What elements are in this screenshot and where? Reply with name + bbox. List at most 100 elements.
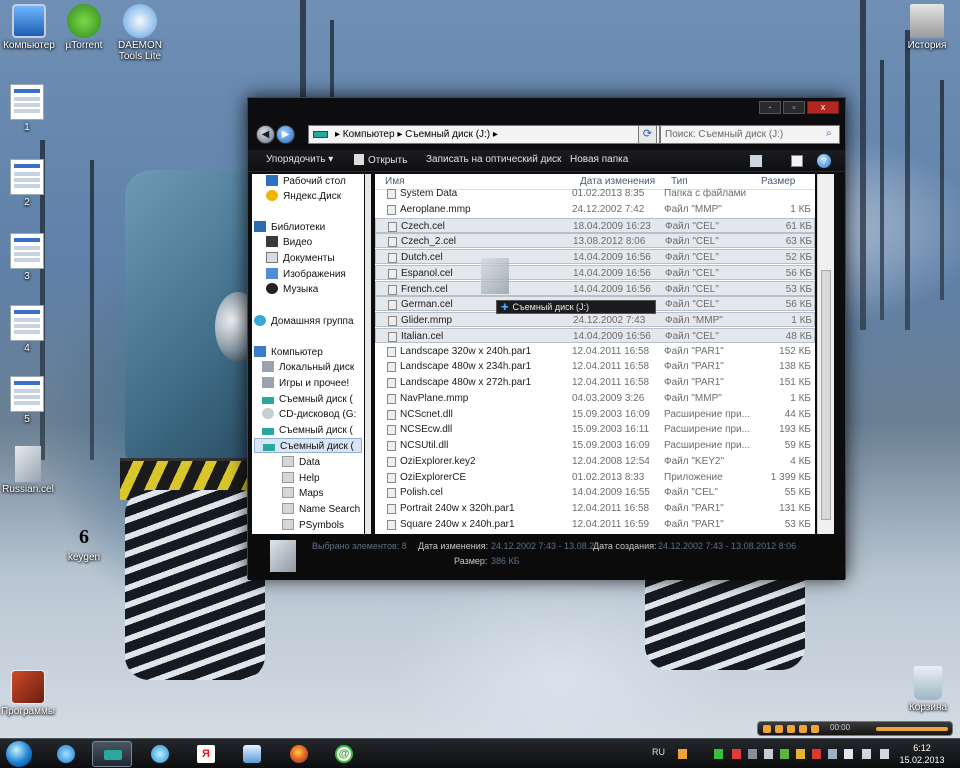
volume-slider[interactable] — [876, 727, 948, 731]
new-folder-button[interactable]: Новая папка — [570, 154, 628, 165]
taskbar-media-center[interactable] — [140, 741, 180, 767]
nav-item-folder-data[interactable]: Data — [282, 455, 320, 470]
file-row[interactable]: Italian.cel 14.04.2009 16:56 Файл "CEL" 48 … — [375, 327, 815, 343]
desktop-icon-window-3[interactable]: 3 — [0, 233, 58, 282]
file-row[interactable]: System Data 01.02.2013 8:35 Папка с файлам… — [375, 186, 815, 201]
search-input[interactable] — [660, 125, 840, 144]
nav-item-pictures[interactable]: Изображения — [266, 267, 346, 282]
nav-item-games-disk[interactable]: Игры и прочее! — [262, 376, 349, 391]
tray-alert-icon[interactable] — [812, 749, 821, 759]
tray-power-icon[interactable] — [828, 749, 837, 759]
file-row[interactable]: NavPlane.mmp 04.03.2009 3:26 Файл "MMP" 1 К… — [375, 391, 815, 406]
file-row[interactable]: French.cel 14.04.2009 16:56 Файл "CEL" 53 К… — [375, 280, 815, 296]
nav-item-local-disk[interactable]: Локальный диск — [262, 360, 354, 375]
nav-item-desktop[interactable]: Рабочий стол — [266, 174, 346, 189]
file-row[interactable]: Landscape 320w x 240h.par1 12.04.2011 16:… — [375, 344, 815, 359]
scrollbar-thumb[interactable] — [821, 270, 831, 520]
open-button[interactable]: Открыть — [354, 154, 407, 166]
file-list-scrollbar[interactable] — [817, 174, 834, 534]
taskbar-explorer[interactable] — [92, 741, 132, 767]
tray-monitor-icon[interactable] — [880, 749, 889, 759]
file-row[interactable]: Aeroplane.mmp 24.12.2002 7:42 Файл "MMP" 1 … — [375, 202, 815, 217]
file-row[interactable]: NCSUtil.dll 15.09.2003 16:09 Расширение пр… — [375, 438, 815, 453]
prev-button[interactable] — [799, 725, 807, 733]
minimize-button[interactable]: - — [759, 101, 781, 114]
file-row[interactable]: NCSEcw.dll 15.09.2003 16:11 Расширение при… — [375, 422, 815, 437]
file-row[interactable]: Czech_2.cel 13.08.2012 8:06 Файл "CEL" 63 К… — [375, 233, 815, 249]
help-icon[interactable]: ? — [817, 154, 831, 168]
desktop-icon-programs[interactable]: Программы — [0, 670, 59, 717]
burn-button[interactable]: Записать на оптический диск — [426, 154, 561, 165]
nav-item-video[interactable]: Видео — [266, 235, 312, 250]
next-button[interactable] — [811, 725, 819, 733]
desktop-icon-computer[interactable]: Компьютер — [0, 4, 60, 51]
nav-item-documents[interactable]: Документы — [266, 251, 335, 266]
refresh-button[interactable]: ⟳ — [638, 125, 657, 144]
taskbar-firefox[interactable] — [279, 741, 319, 767]
start-button[interactable] — [6, 741, 32, 767]
nav-item-removable-disk[interactable]: Съемный диск ( — [262, 423, 353, 438]
file-row[interactable]: Landscape 480w x 234h.par1 12.04.2011 16:… — [375, 359, 815, 374]
nav-item-computer[interactable]: Компьютер — [254, 345, 323, 360]
desktop-icon-keygen[interactable]: 6 keygen — [53, 522, 115, 563]
file-row[interactable]: Portrait 240w x 320h.par1 12.04.2011 16:5… — [375, 501, 815, 516]
taskbar-yandex[interactable]: Я — [186, 741, 226, 767]
organize-button[interactable]: Упорядочить ▾ — [266, 154, 333, 165]
file-row[interactable]: Square 240w x 240h.par1 12.04.2011 16:59 Ф… — [375, 517, 815, 532]
nav-item-removable-disk-j[interactable]: Съемный диск ( — [254, 438, 362, 453]
tray-arrows-icon[interactable] — [714, 749, 723, 759]
file-row[interactable]: Polish.cel 14.04.2009 16:55 Файл "CEL" 55 К… — [375, 485, 815, 500]
file-row[interactable]: Landscape 480w x 272h.par1 12.04.2011 16:… — [375, 375, 815, 390]
language-indicator[interactable]: RU — [652, 747, 665, 757]
media-player-bar[interactable]: 00:00 — [757, 721, 953, 736]
taskbar-clock[interactable]: 6:12 15.02.2013 — [896, 742, 948, 766]
view-options-icon[interactable] — [750, 155, 762, 167]
navigation-scrollbar[interactable] — [365, 174, 371, 534]
back-button[interactable]: ◀ — [256, 125, 275, 144]
tray-nvidia-icon[interactable] — [780, 749, 789, 759]
file-row[interactable]: OziExplorerCE 01.02.2013 8:33 Приложение 1 … — [375, 470, 815, 485]
stop-button[interactable] — [787, 725, 795, 733]
file-row[interactable]: NCScnet.dll 15.09.2003 16:09 Расширение пр… — [375, 407, 815, 422]
nav-item-yandex-disk[interactable]: Яндекс.Диск — [266, 189, 341, 204]
desktop-icon-recycle-bin[interactable]: Корзина — [897, 666, 959, 713]
preview-pane-icon[interactable] — [791, 155, 803, 167]
nav-item-music[interactable]: Музыка — [266, 282, 318, 297]
tray-volume-icon[interactable] — [862, 749, 871, 759]
nav-item-folder-maps[interactable]: Maps — [282, 486, 323, 501]
tray-flag-icon[interactable] — [844, 749, 853, 759]
tray-usb-icon[interactable] — [748, 749, 757, 759]
maximize-button[interactable]: ▫ — [783, 101, 805, 114]
tray-player-icon[interactable] — [678, 749, 687, 759]
file-row[interactable]: Glider.mmp 24.12.2002 7:43 Файл "MMP" 1 КБ — [375, 312, 815, 327]
desktop-icon-daemon-tools[interactable]: DAEMON Tools Lite — [109, 4, 171, 62]
nav-item-folder-name-search[interactable]: Name Search — [282, 502, 360, 517]
tray-network-icon[interactable] — [764, 749, 773, 759]
tray-update-icon[interactable] — [796, 749, 805, 759]
file-row[interactable]: Espanol.cel 14.04.2009 16:56 Файл "CEL" 56 … — [375, 264, 815, 280]
pause-button[interactable] — [775, 725, 783, 733]
nav-item-cd-drive[interactable]: CD-дисковод (G: — [262, 407, 356, 422]
search-icon[interactable]: ⌕ — [826, 128, 832, 139]
nav-item-folder-psymbols[interactable]: PSymbols — [282, 518, 344, 533]
play-button[interactable] — [763, 725, 771, 733]
file-row[interactable]: OziExplorer.key2 12.04.2008 12:54 Файл "KE… — [375, 454, 815, 469]
nav-item-removable-disk[interactable]: Съемный диск ( — [262, 392, 353, 407]
desktop-icon-russian-cel[interactable]: Russian.cel — [0, 446, 59, 495]
desktop-icon-window-4[interactable]: 4 — [0, 305, 58, 354]
nav-item-libraries[interactable]: Библиотеки — [254, 220, 325, 235]
close-button[interactable]: x — [807, 101, 839, 114]
file-row[interactable]: Czech.cel 18.04.2009 16:23 Файл "CEL" 61 КБ — [375, 217, 815, 233]
address-bar[interactable]: ▸ Компьютер ▸ Съемный диск (J:) ▸ ▾ — [308, 125, 660, 144]
desktop-icon-window-1[interactable]: 1 — [0, 84, 58, 133]
desktop-icon-history[interactable]: История — [896, 4, 958, 51]
nav-item-homegroup[interactable]: Домашняя группа — [254, 314, 354, 329]
desktop-icon-window-2[interactable]: 2 — [0, 159, 58, 208]
tray-antivirus-icon[interactable] — [732, 749, 741, 759]
forward-button[interactable]: ▶ — [276, 125, 295, 144]
taskbar-icq[interactable]: @ — [324, 741, 364, 767]
desktop-icon-window-5[interactable]: 5 — [0, 376, 58, 425]
taskbar-ie[interactable] — [46, 741, 86, 767]
nav-item-folder-help[interactable]: Help — [282, 471, 320, 486]
taskbar-audio[interactable] — [232, 741, 272, 767]
